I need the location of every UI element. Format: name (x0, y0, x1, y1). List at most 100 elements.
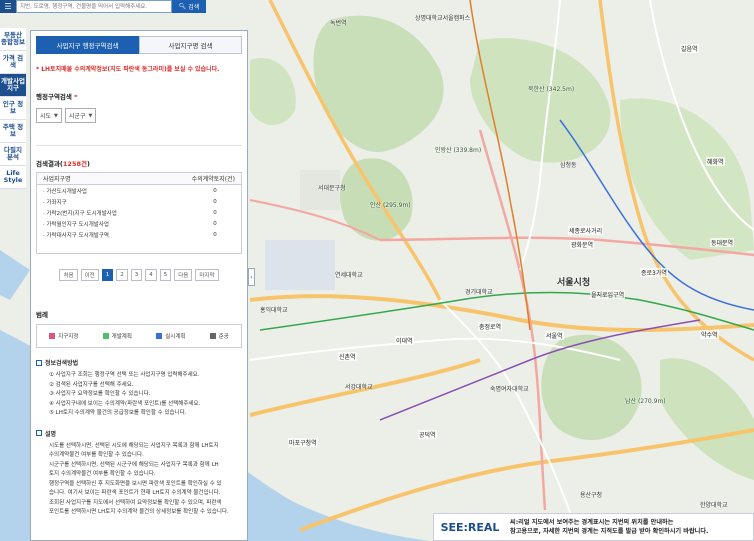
map-label-mountain[interactable]: 북한산 (342.5m) (528, 84, 574, 93)
nav-item-development[interactable]: 개발사업 지구 (0, 74, 26, 97)
tab-region-search[interactable]: 사업지구 행정구역검색 (36, 36, 139, 54)
panel-collapse-button[interactable]: ‹ (248, 268, 255, 286)
nav-item-real-estate[interactable]: 부동산 종합정보 (0, 28, 26, 51)
map-label[interactable]: 녹번역 (330, 18, 347, 27)
legend-item: 준공 (209, 332, 229, 340)
station-label[interactable]: 마포구청역 (288, 438, 318, 447)
map-label[interactable]: 용산구청 (580, 490, 602, 499)
page-button[interactable]: 1 (101, 269, 114, 281)
map-label[interactable]: 상명대학교서울캠퍼스 (415, 13, 470, 22)
station-label[interactable]: 신촌역 (338, 352, 357, 361)
map-label-mountain[interactable]: 안산 (295.9m) (370, 200, 411, 209)
row-name: · 가락월인지구 도시개발사업 (43, 221, 109, 228)
map-label[interactable]: 서강대학교 (345, 382, 373, 391)
header-name: 사업지구명 (43, 176, 71, 183)
chevron-left-icon: ‹ (250, 273, 253, 281)
nav-item-housing[interactable]: 주택 정보 (0, 120, 26, 143)
search-button[interactable]: 🔍︎ 검색 (172, 0, 206, 13)
results-table: 사업지구명 수의계약토지(건) · 가산도시개발사업 0 · 가좌지구 0 · … (36, 172, 242, 254)
map-label[interactable]: 연세대학교 (335, 270, 363, 279)
page-button[interactable]: 4 (145, 269, 157, 281)
search-icon: 🔍︎ (178, 3, 187, 10)
park-area (620, 98, 754, 261)
map-label[interactable]: 홍익대학교 (260, 305, 288, 314)
table-row[interactable]: · 가산도시개발사업 0 (37, 185, 241, 196)
map-label-mountain[interactable]: 남산 (270.9m) (625, 396, 666, 405)
map-label[interactable]: 삼청동 (560, 160, 577, 169)
pagination: 처음 이전 1 2 3 4 5 다음 마지막 (31, 269, 247, 281)
legend-title: 범례 (36, 311, 48, 319)
desc-title-text: 설명 (45, 430, 57, 438)
page-button[interactable]: 2 (116, 269, 128, 281)
nav-item-multi-parcel[interactable]: 다필지 분석 (0, 143, 26, 166)
results-title: 검색결과(1258건) (36, 158, 242, 168)
station-label[interactable]: 을지로입구역 (590, 290, 626, 299)
block-area (265, 240, 335, 290)
map-label[interactable]: 세종로사거리 (568, 226, 604, 235)
description-text: 시도를 선택하시면, 선택된 시도에 해당되는 사업지구 목록과 함께 LH토지… (49, 442, 242, 518)
station-label[interactable]: 공덕역 (418, 430, 437, 439)
desc-line: 수의계약물건 여부를 확인할 수 있습니다. (49, 452, 144, 458)
map-label[interactable]: 서대문구청 (318, 183, 346, 192)
row-name: · 가산도시개발사업 (43, 188, 87, 195)
table-row[interactable]: · 가락대사지구 도시개발구역 0 (37, 229, 241, 240)
page-button[interactable]: 5 (159, 269, 172, 281)
checkbox-icon (36, 430, 42, 436)
guide-step: ① 사업지구 조회는 행정구역 선택 또는 사업지구명 입력해주세요. (49, 372, 200, 378)
map-label[interactable]: 숙명여자대학교 (490, 384, 529, 393)
page-next-button[interactable]: 다음 (174, 269, 193, 281)
station-label[interactable]: 길음역 (680, 44, 699, 53)
guide-title: 정보검색방법 (36, 358, 242, 367)
row-count: 0 (213, 220, 217, 227)
sido-select[interactable]: 시도 ▼ (36, 108, 62, 123)
page-prev-button[interactable]: 이전 (80, 269, 99, 281)
row-name: · 가좌지구 (43, 199, 67, 206)
guide-step: ③ 사업지구 요약정보를 확인할 수 있습니다. (49, 391, 151, 397)
sigungu-select[interactable]: 시군구 ▼ (64, 108, 97, 123)
legend-label: 실시계획 (165, 334, 186, 340)
nav-item-population[interactable]: 인구 정보 (0, 97, 26, 120)
left-nav: 부동산 종합정보 가격 검색 개발사업 지구 인구 정보 주택 정보 다필지 분… (0, 28, 26, 189)
checkbox-icon (36, 359, 42, 366)
sido-select-value: 시도 (40, 113, 52, 120)
page-button[interactable]: 3 (130, 269, 143, 281)
row-count: 0 (213, 231, 217, 238)
desc-line: 행정구역을 선택하신 후 지도화면을 보시면 파란색 포인트를 확인하실 수 있 (49, 480, 222, 487)
table-row[interactable]: · 가좌지구 0 (37, 196, 241, 207)
search-input[interactable] (16, 0, 172, 13)
station-label[interactable]: 약수역 (700, 330, 719, 339)
station-label[interactable]: 혜화역 (706, 157, 725, 166)
station-label[interactable]: 이대역 (395, 336, 414, 345)
tab-name-search[interactable]: 사업지구명 검색 (139, 36, 242, 54)
legend-item: 지구지정 (49, 332, 78, 340)
station-label[interactable]: 충정로역 (478, 322, 503, 331)
table-row[interactable]: · 가락월인지구 도시개발사업 0 (37, 218, 241, 229)
row-name: · 가락2(번지)지구 도시개발사업 (43, 210, 117, 217)
park-area (313, 15, 444, 152)
chevron-down-icon: ▼ (88, 112, 93, 119)
menu-button[interactable]: ☰ (0, 0, 16, 13)
desc-line: 토지 수의계약물건 여부를 확인할 수 있습니다. (49, 471, 156, 477)
map-label-city-hall[interactable]: 서울시청 (557, 275, 590, 288)
panel-tabs: 사업지구 행정구역검색 사업지구명 검색 (36, 36, 242, 54)
results-count: 1258건 (62, 160, 87, 168)
page-first-button[interactable]: 처음 (59, 269, 78, 281)
map-label[interactable]: 경기대학교 (465, 287, 493, 296)
legend-label: 개발계획 (111, 334, 132, 340)
legend-item: 실시계획 (156, 332, 185, 340)
station-label[interactable]: 광화문역 (570, 240, 595, 249)
map-label[interactable]: 한양대학교 (700, 500, 728, 509)
desc-line: 포인트를 선택하시면 LH토지 수의계약 물건의 상세정보를 확인할 수 있습니… (49, 509, 229, 515)
station-label[interactable]: 동대문역 (710, 238, 735, 247)
page-last-button[interactable]: 마지막 (195, 269, 219, 281)
table-row[interactable]: · 가락2(번지)지구 도시개발사업 0 (37, 207, 241, 218)
search-button-label: 검색 (188, 4, 200, 11)
nav-item-lifestyle[interactable]: Life Style (0, 166, 26, 189)
map-label-mountain[interactable]: 인왕산 (339.8m) (435, 145, 481, 154)
sigungu-select-value: 시군구 (68, 113, 86, 120)
guide-step: ⑤ LH토지 수의계약 물건의 공급정보를 확인할 수 있습니다. (49, 410, 187, 416)
legend-label: 준공 (218, 334, 229, 340)
station-label[interactable]: 종로3가역 (640, 268, 668, 277)
station-label[interactable]: 서울역 (545, 331, 564, 340)
nav-item-price[interactable]: 가격 검색 (0, 51, 26, 74)
